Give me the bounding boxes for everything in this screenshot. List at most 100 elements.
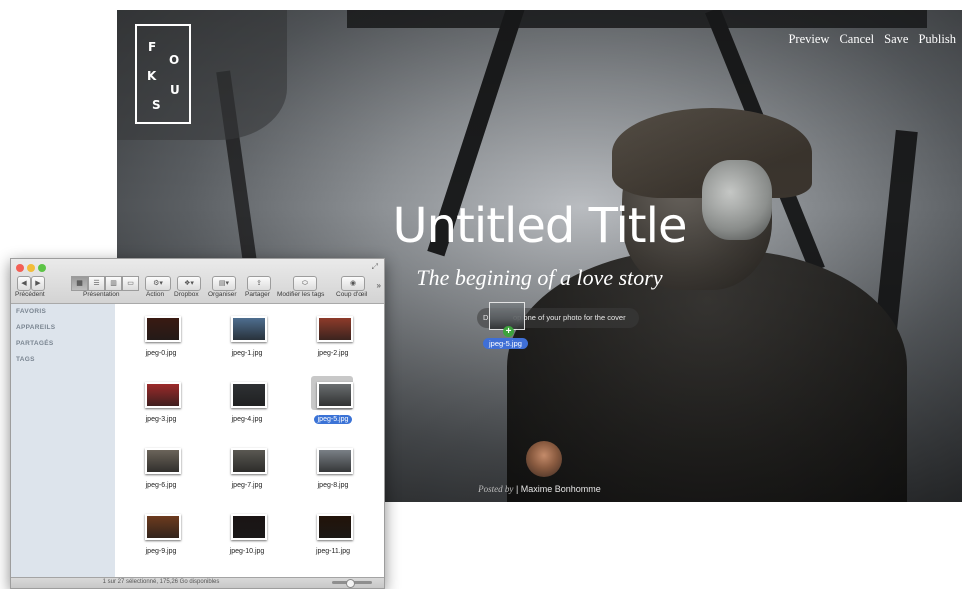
file-thumbnail[interactable] xyxy=(231,382,267,408)
file-item[interactable]: jpeg-4.jpg xyxy=(204,372,290,438)
file-name-text: jpeg-1.jpg xyxy=(231,350,263,357)
file-item[interactable]: jpeg-5.jpg xyxy=(290,372,376,438)
posted-by-label: Posted by xyxy=(478,484,514,494)
minimize-window-button[interactable] xyxy=(27,264,35,272)
arrange-button[interactable]: ▤▾ xyxy=(212,276,236,291)
share-button[interactable]: ⇪ xyxy=(247,276,271,291)
file-name[interactable]: jpeg-10.jpg xyxy=(204,548,290,555)
file-name[interactable]: jpeg-1.jpg xyxy=(204,350,290,357)
file-item[interactable]: jpeg-1.jpg xyxy=(204,306,290,372)
file-name[interactable]: jpeg-9.jpg xyxy=(118,548,204,555)
file-name[interactable]: jpeg-8.jpg xyxy=(290,482,376,489)
zoom-window-button[interactable] xyxy=(38,264,46,272)
file-item[interactable]: jpeg-3.jpg xyxy=(118,372,204,438)
dragged-file-label: jpeg-5.jpg xyxy=(483,338,528,349)
author-avatar[interactable] xyxy=(526,441,562,477)
list-view-button[interactable]: ☰ xyxy=(88,276,105,291)
toolbar-overflow-icon[interactable]: » xyxy=(377,281,381,290)
file-name-text: jpeg-8.jpg xyxy=(317,482,349,489)
file-thumbnail[interactable] xyxy=(317,316,353,342)
add-copy-icon: + xyxy=(503,326,514,337)
file-name[interactable]: jpeg-7.jpg xyxy=(204,482,290,489)
close-window-button[interactable] xyxy=(16,264,24,272)
file-item[interactable]: jpeg-10.jpg xyxy=(204,504,290,570)
file-name[interactable]: jpeg-11.jpg xyxy=(290,548,376,555)
logo-letter: F xyxy=(148,40,157,54)
author-name[interactable]: | Maxime Bonhomme xyxy=(516,484,601,494)
file-name-text: jpeg-0.jpg xyxy=(145,350,177,357)
quicklook-label: Coup d'œil xyxy=(336,291,368,298)
file-thumbnail[interactable] xyxy=(231,514,267,540)
fokus-logo[interactable]: F O K U S xyxy=(135,24,191,124)
file-thumbnail[interactable] xyxy=(145,514,181,540)
file-name[interactable]: jpeg-4.jpg xyxy=(204,416,290,423)
sidebar-section-shared[interactable]: PARTAGÉS xyxy=(16,340,54,347)
quicklook-button[interactable]: ◉ xyxy=(341,276,365,291)
file-name-text: jpeg-9.jpg xyxy=(145,548,177,555)
file-thumbnail[interactable] xyxy=(317,514,353,540)
finder-sidebar: FAVORIS APPAREILS PARTAGÉS TAGS xyxy=(11,304,116,578)
action-button[interactable]: ⚙▾ xyxy=(145,276,171,291)
file-name[interactable]: jpeg-2.jpg xyxy=(290,350,376,357)
tags-label: Modifier les tags xyxy=(277,291,325,298)
file-thumbnail[interactable] xyxy=(317,382,353,408)
file-item[interactable]: jpeg-6.jpg xyxy=(118,438,204,504)
editor-actions: Preview Cancel Save Publish xyxy=(788,32,956,47)
finder-toolbar: ⤢ ◀ ▶ Précédent ▦ ☰ ▥ ▭ Présentation ⚙▾ … xyxy=(11,259,384,304)
file-thumbnail[interactable] xyxy=(317,448,353,474)
file-name-text: jpeg-6.jpg xyxy=(145,482,177,489)
cancel-button[interactable]: Cancel xyxy=(839,32,874,47)
action-label: Action xyxy=(146,291,165,298)
coverflow-view-button[interactable]: ▭ xyxy=(122,276,139,291)
file-name[interactable]: jpeg-0.jpg xyxy=(118,350,204,357)
back-button[interactable]: ◀ xyxy=(17,276,31,291)
file-thumbnail[interactable] xyxy=(231,448,267,474)
view-label: Présentation xyxy=(83,291,120,298)
file-item[interactable]: jpeg-0.jpg xyxy=(118,306,204,372)
status-text: 1 sur 27 sélectionné, 175,26 Go disponib… xyxy=(102,579,220,585)
file-thumbnail[interactable] xyxy=(231,316,267,342)
drop-zone-text-lead: D xyxy=(483,313,489,322)
fullscreen-icon[interactable]: ⤢ xyxy=(372,262,378,272)
file-name[interactable]: jpeg-6.jpg xyxy=(118,482,204,489)
icon-view-button[interactable]: ▦ xyxy=(71,276,88,291)
column-view-button[interactable]: ▥ xyxy=(105,276,122,291)
file-name-text: jpeg-3.jpg xyxy=(145,416,177,423)
sidebar-section-tags[interactable]: TAGS xyxy=(16,356,35,363)
dropbox-button[interactable]: ❖▾ xyxy=(177,276,201,291)
status-bar: 1 sur 27 sélectionné, 175,26 Go disponib… xyxy=(11,577,384,588)
story-title[interactable]: Untitled Title xyxy=(117,198,962,254)
logo-letter: K xyxy=(147,69,157,83)
share-label: Partager xyxy=(245,291,270,298)
back-label: Précédent xyxy=(15,291,45,298)
publish-button[interactable]: Publish xyxy=(918,32,956,47)
preview-button[interactable]: Preview xyxy=(788,32,829,47)
drop-zone-text: op one of your photo for the cover xyxy=(513,313,626,322)
file-item[interactable]: jpeg-9.jpg xyxy=(118,504,204,570)
file-thumbnail[interactable] xyxy=(145,382,181,408)
forward-button[interactable]: ▶ xyxy=(31,276,45,291)
logo-letter: S xyxy=(152,98,161,112)
sidebar-section-favorites[interactable]: FAVORIS xyxy=(16,308,46,315)
finder-window: ⤢ ◀ ▶ Précédent ▦ ☰ ▥ ▭ Présentation ⚙▾ … xyxy=(10,258,385,589)
file-item[interactable]: jpeg-11.jpg xyxy=(290,504,376,570)
save-button[interactable]: Save xyxy=(884,32,908,47)
file-name-text: jpeg-10.jpg xyxy=(229,548,265,555)
file-item[interactable]: jpeg-7.jpg xyxy=(204,438,290,504)
file-name[interactable]: jpeg-3.jpg xyxy=(118,416,204,423)
file-item[interactable]: jpeg-2.jpg xyxy=(290,306,376,372)
icon-size-slider[interactable] xyxy=(332,579,372,588)
file-name-text: jpeg-11.jpg xyxy=(315,548,351,555)
tags-button[interactable]: ⬭ xyxy=(293,276,317,291)
file-name-text: jpeg-2.jpg xyxy=(317,350,349,357)
file-name-text: jpeg-7.jpg xyxy=(231,482,263,489)
logo-letter: O xyxy=(169,53,180,67)
logo-letter: U xyxy=(170,83,180,97)
file-thumbnail[interactable] xyxy=(145,316,181,342)
file-grid: jpeg-0.jpg jpeg-1.jpg jpeg-2.jpg jpeg-3.jpg… xyxy=(115,304,384,578)
file-name-text: jpeg-4.jpg xyxy=(231,416,263,423)
file-item[interactable]: jpeg-8.jpg xyxy=(290,438,376,504)
file-thumbnail[interactable] xyxy=(145,448,181,474)
file-name[interactable]: jpeg-5.jpg xyxy=(290,415,376,424)
sidebar-section-devices[interactable]: APPAREILS xyxy=(16,324,55,331)
